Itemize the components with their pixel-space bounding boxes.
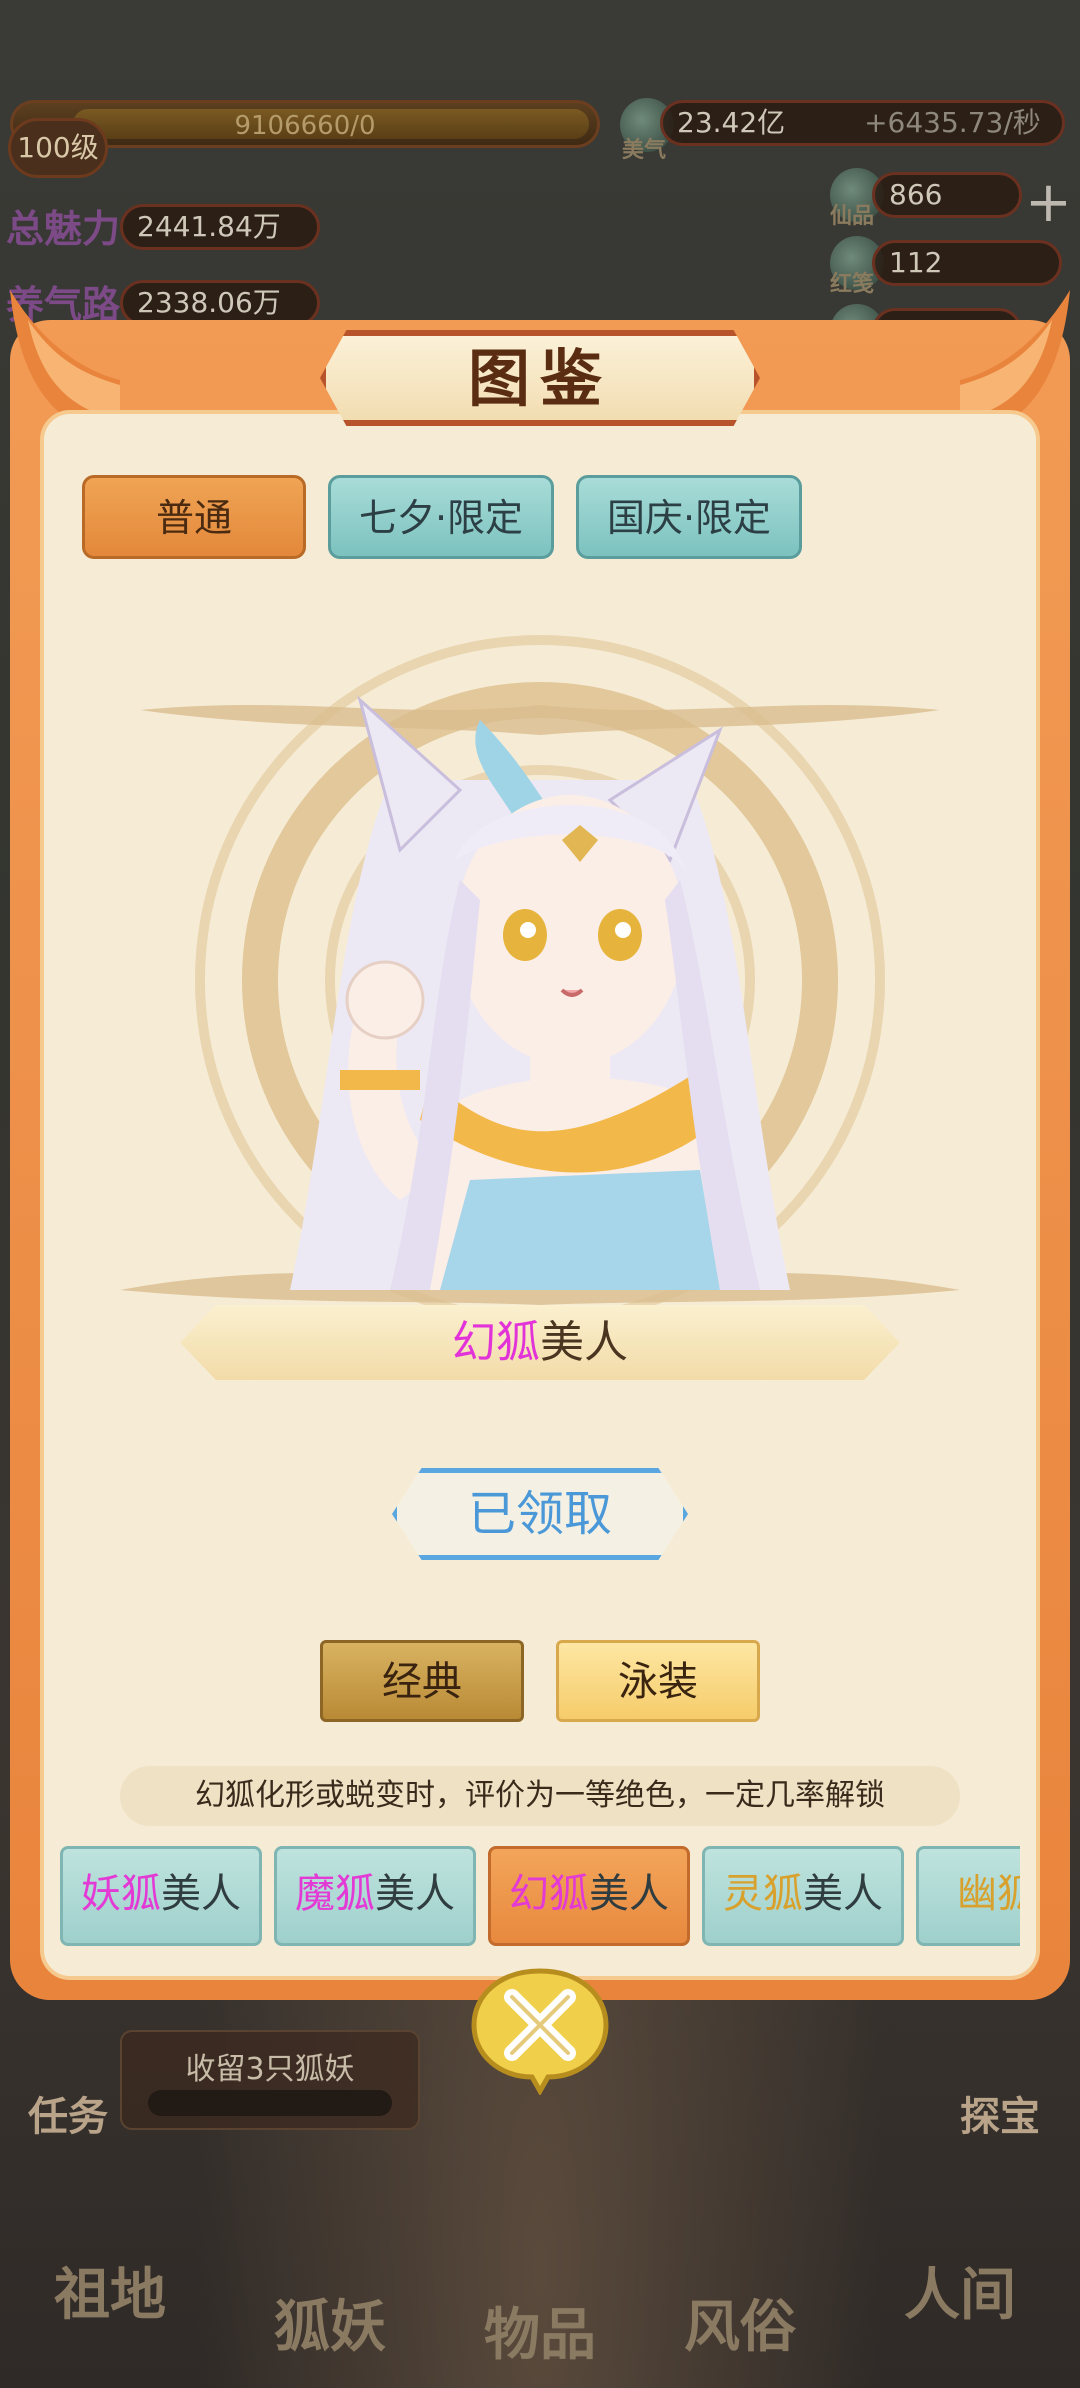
charm-label: 总魅力: [6, 206, 121, 251]
beauty-tab-rest: 美人: [589, 1871, 669, 1917]
plus-icon[interactable]: +: [1025, 170, 1072, 235]
task-label[interactable]: 任务: [28, 2084, 108, 2142]
charm-value: 2441.84万: [120, 204, 320, 250]
character-name-rest: 美人: [540, 1317, 628, 1368]
tab-national-day-limited[interactable]: 国庆·限定: [576, 475, 802, 559]
task-text: 收留3只狐妖: [185, 2052, 355, 2087]
character-name: 幻狐美人: [180, 1310, 900, 1376]
beauty-selector-strip[interactable]: 妖狐美人 魔狐美人 幻狐美人 灵狐美人 幽狐美: [56, 1846, 1020, 1950]
beauty-tab-huanhu[interactable]: 幻狐美人: [488, 1846, 690, 1946]
beauty-tab-highlight: 幻狐: [509, 1871, 589, 1917]
nav-customs[interactable]: 风俗: [650, 2282, 830, 2363]
beauty-tab-mohu[interactable]: 魔狐美人: [274, 1846, 476, 1946]
nav-fox[interactable]: 狐妖: [240, 2282, 420, 2363]
task-box[interactable]: 收留3只狐妖: [120, 2030, 420, 2130]
gold-value: 23.42亿: [677, 106, 786, 139]
skin-classic-button[interactable]: 经典: [320, 1640, 524, 1722]
gold-label: 美气: [622, 138, 667, 163]
close-icon[interactable]: [470, 1965, 610, 2095]
res2-label: 红笺: [830, 272, 875, 297]
beauty-tab-highlight: 幽狐: [957, 1871, 1020, 1917]
gold-rate: +6435.73/秒: [864, 106, 1041, 139]
task-progress-bar: [148, 2090, 392, 2116]
beauty-tab-rest: 美人: [161, 1871, 241, 1917]
nav-human-world[interactable]: 人间: [870, 2250, 1050, 2331]
nav-items[interactable]: 物品: [450, 2290, 630, 2371]
res2-value: 112: [872, 240, 1062, 286]
res1-value: 866: [872, 172, 1022, 218]
level-badge[interactable]: 100级: [8, 118, 108, 178]
nav-ancestral[interactable]: 祖地: [20, 2250, 200, 2331]
tab-normal[interactable]: 普通: [82, 475, 306, 559]
beauty-tab-highlight: 灵狐: [723, 1871, 803, 1917]
claimed-button[interactable]: 已领取: [392, 1468, 688, 1560]
beauty-tab-rest: 美人: [375, 1871, 455, 1917]
unlock-description: 幻狐化形或蜕变时，评价为一等绝色，一定几率解锁: [120, 1766, 960, 1826]
beauty-tab-yaohu[interactable]: 妖狐美人: [60, 1846, 262, 1946]
beauty-tab-youhu[interactable]: 幽狐美: [916, 1846, 1020, 1946]
beauty-tab-highlight: 魔狐: [295, 1871, 375, 1917]
treasure-label[interactable]: 探宝: [960, 2084, 1040, 2142]
beauty-tab-rest: 美人: [803, 1871, 883, 1917]
skin-swimsuit-button[interactable]: 泳装: [556, 1640, 760, 1722]
beauty-tab-highlight: 妖狐: [81, 1871, 161, 1917]
beauty-tab-linghu[interactable]: 灵狐美人: [702, 1846, 904, 1946]
res1-label: 仙品: [830, 204, 875, 229]
modal-title: 图鉴: [467, 342, 612, 415]
character-portrait: [120, 635, 960, 1320]
gold-pill: 23.42亿 +6435.73/秒: [660, 100, 1065, 146]
tab-qixi-limited[interactable]: 七夕·限定: [328, 475, 554, 559]
character-name-highlight: 幻狐: [452, 1317, 540, 1368]
